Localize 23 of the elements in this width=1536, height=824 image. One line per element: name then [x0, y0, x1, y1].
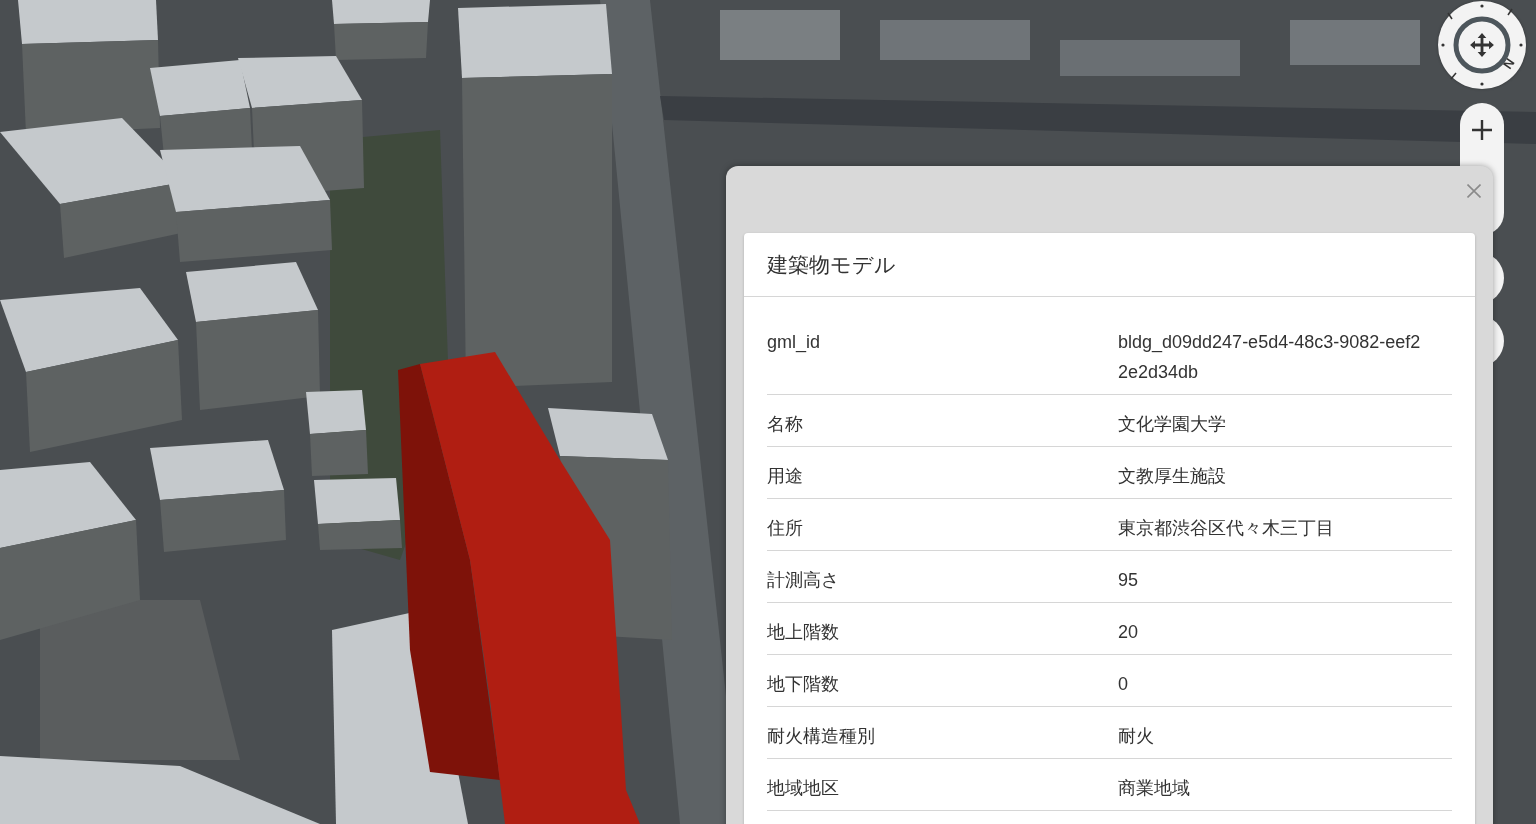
- attribute-value: 文化学園大学: [1118, 413, 1227, 436]
- close-icon: [1467, 184, 1481, 198]
- attribute-value: 95: [1118, 569, 1140, 592]
- plus-icon: [1472, 120, 1492, 140]
- panel-title: 建築物モデル: [767, 251, 896, 278]
- attribute-name: gml_id: [767, 331, 822, 355]
- attribute-name: 用途: [767, 465, 804, 488]
- attribute-name: 計測高さ: [767, 569, 840, 592]
- attribute-name: 耐火構造種別: [767, 725, 876, 748]
- attribute-name: 地上階数: [767, 621, 840, 644]
- compass-north-label: N: [1500, 55, 1517, 72]
- attribute-value: 0: [1118, 673, 1129, 696]
- attribute-name: 住所: [767, 517, 804, 540]
- attribute-value: 東京都渋谷区代々木三丁目: [1118, 517, 1335, 540]
- attribute-name: 名称: [767, 413, 804, 436]
- attribute-value: 商業地域: [1118, 777, 1191, 800]
- attribute-value: 耐火: [1118, 725, 1155, 748]
- attribute-value: 文教厚生施設: [1118, 465, 1227, 488]
- pan-arrows-icon: [1469, 32, 1495, 58]
- attribute-value: bldg_d09dd247-e5d4-48c3-9082-eef22e2d34db: [1118, 331, 1422, 384]
- attribute-name: 地下階数: [767, 673, 840, 696]
- attribute-name: 地域地区: [767, 777, 840, 800]
- attribute-value: 20: [1118, 621, 1140, 644]
